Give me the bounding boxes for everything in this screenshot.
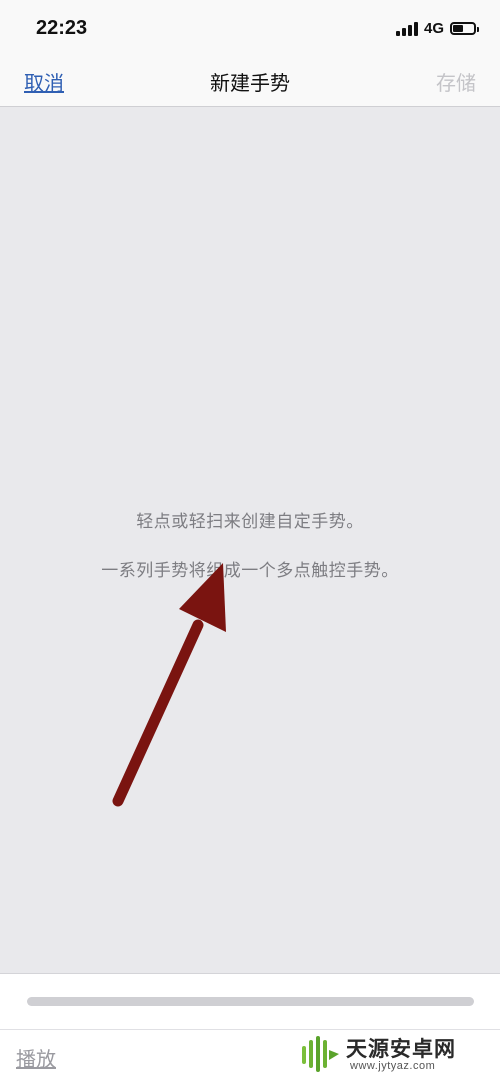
network-type: 4G <box>423 20 444 37</box>
hint-text-multitouch: 一系列手势将组成一个多点触控手势。 <box>101 561 399 581</box>
bottom-toolbar: 播放 天源安卓网 www.jytyaz.com <box>0 973 500 1084</box>
cancel-button[interactable]: 取消 <box>24 67 64 96</box>
save-button[interactable]: 存储 <box>436 67 476 96</box>
battery-icon <box>450 22 479 35</box>
navigation-bar: 取消 新建手势 存储 <box>0 58 500 107</box>
divider <box>0 1029 500 1030</box>
watermark-url: www.jytyaz.com <box>350 1060 436 1072</box>
gesture-canvas[interactable]: 轻点或轻扫来创建自定手势。 一系列手势将组成一个多点触控手势。 <box>0 107 500 973</box>
page-title: 新建手势 <box>210 71 290 95</box>
watermark-name: 天源安卓网 <box>346 1037 456 1061</box>
status-bar: 22:23 4G <box>0 0 500 58</box>
android-logo-icon <box>302 1036 339 1072</box>
status-time: 22:23 <box>36 17 88 39</box>
battery-level <box>453 25 463 32</box>
annotation-arrow-icon <box>112 563 226 807</box>
hint-text-tap-swipe: 轻点或轻扫来创建自定手势。 <box>136 512 364 532</box>
cellular-signal-icon <box>395 21 418 36</box>
status-indicators: 4G <box>395 20 479 37</box>
play-button[interactable]: 播放 <box>16 1043 56 1072</box>
playback-progress-bar <box>27 997 474 1006</box>
watermark: 天源安卓网 www.jytyaz.com <box>298 1032 490 1076</box>
